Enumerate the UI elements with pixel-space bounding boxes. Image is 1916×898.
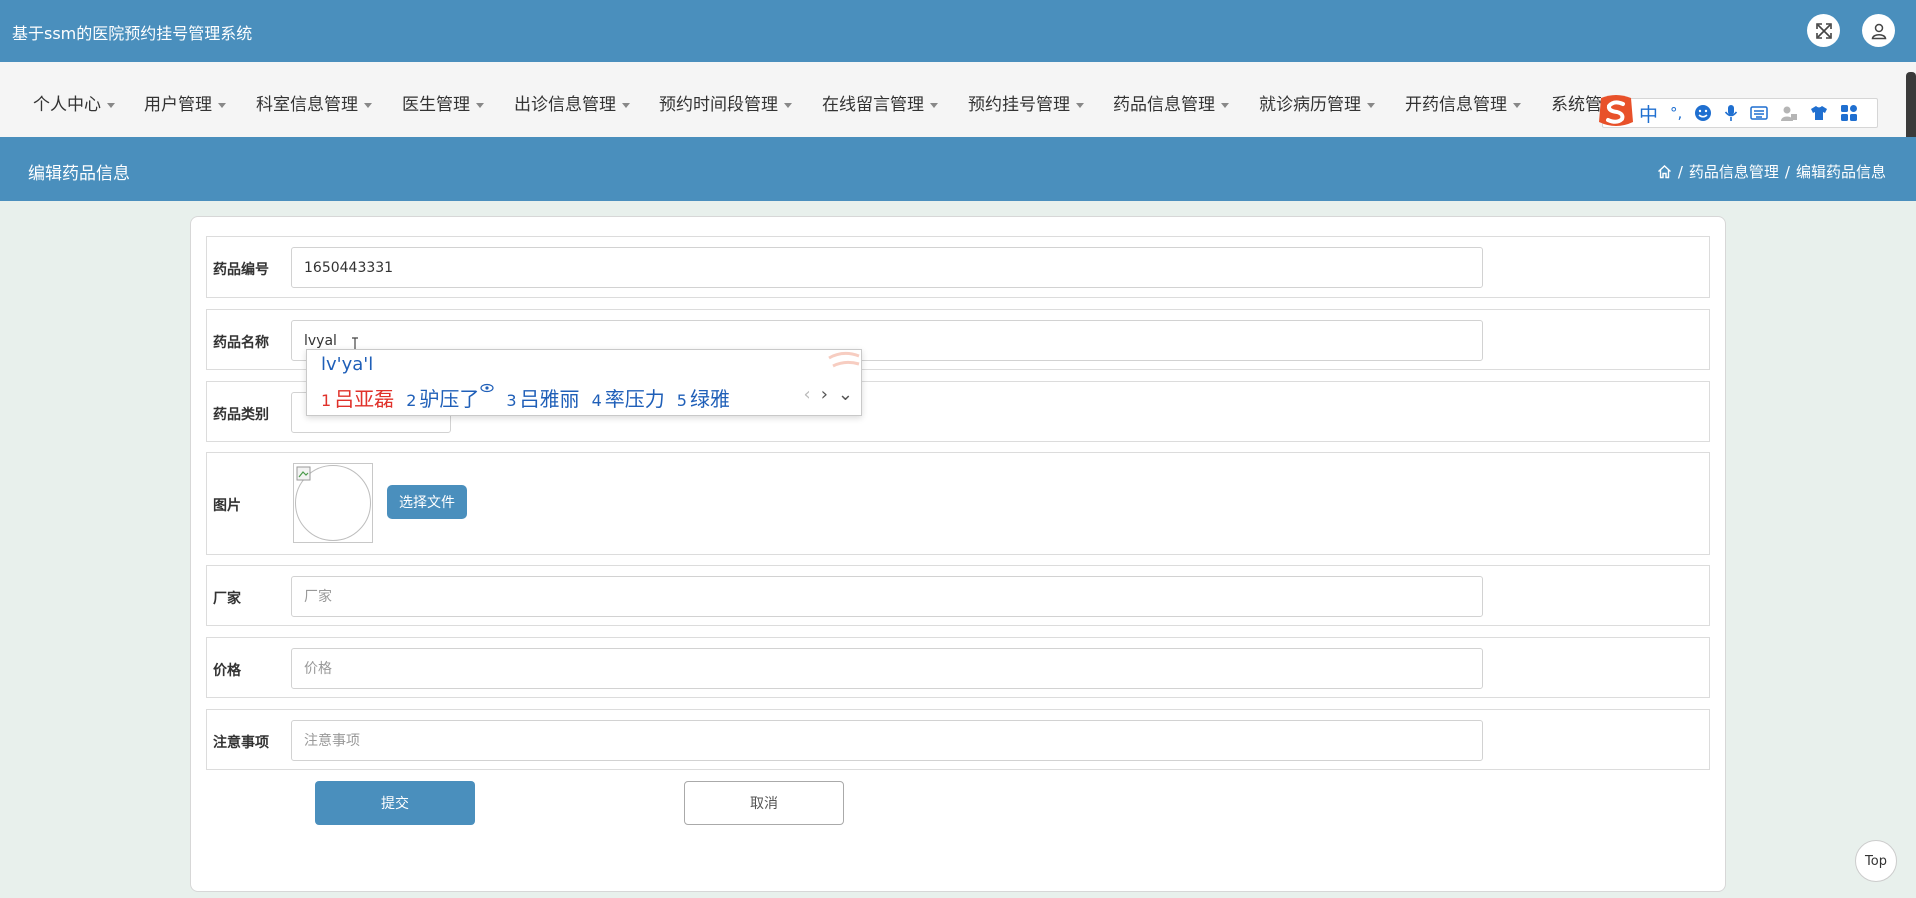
- ime-candidate[interactable]: 2 驴压了: [406, 383, 494, 412]
- nav-item-message-management[interactable]: 在线留言管理: [822, 90, 938, 115]
- ime-prev-icon[interactable]: ‹: [804, 384, 811, 405]
- form-row-code: 药品编号: [206, 236, 1710, 298]
- drug-code-input[interactable]: [291, 247, 1483, 288]
- caret-down-icon: [364, 102, 372, 108]
- nav-item-medical-record-management[interactable]: 就诊病历管理: [1259, 90, 1375, 115]
- form-row-maker: 厂家: [206, 565, 1710, 626]
- caret-down-icon: [218, 102, 226, 108]
- nav-item-doctor-management[interactable]: 医生管理: [402, 90, 484, 115]
- ime-mode-label[interactable]: 中: [1639, 100, 1658, 127]
- nav-item-department-management[interactable]: 科室信息管理: [256, 90, 372, 115]
- breadcrumb-current: 编辑药品信息: [1795, 163, 1886, 181]
- form-row-price: 价格: [206, 637, 1710, 698]
- ime-candidate[interactable]: 4 率压力: [592, 383, 665, 412]
- breadcrumb-drug-management[interactable]: 药品信息管理: [1689, 161, 1779, 182]
- broken-image-icon: [296, 466, 311, 481]
- ime-candidate[interactable]: 5 绿雅: [677, 383, 730, 412]
- keyboard-icon[interactable]: [1750, 105, 1769, 121]
- top-bar: 基于ssm的医院预约挂号管理系统: [0, 0, 1916, 62]
- form-row-notes: 注意事项: [206, 709, 1710, 770]
- home-icon[interactable]: [1657, 164, 1672, 179]
- caret-down-icon: [1367, 102, 1375, 108]
- caret-down-icon: [107, 102, 115, 108]
- category-label: 药品类别: [213, 407, 269, 423]
- nav-item-drug-management[interactable]: 药品信息管理: [1113, 90, 1229, 115]
- ime-decoration-icon: [828, 351, 860, 368]
- caret-down-icon: [1076, 102, 1084, 108]
- notes-label: 注意事项: [213, 735, 269, 751]
- caret-down-icon: [476, 102, 484, 108]
- ime-punct-label[interactable]: °,: [1670, 104, 1682, 122]
- nav-item-personal-center[interactable]: 个人中心: [33, 90, 115, 115]
- skin-shirt-icon[interactable]: [1810, 104, 1828, 122]
- fullscreen-icon: [1815, 22, 1832, 39]
- caret-down-icon: [784, 102, 792, 108]
- price-input[interactable]: [291, 648, 1483, 689]
- name-label: 药品名称: [213, 335, 269, 351]
- ime-next-icon[interactable]: ›: [821, 384, 828, 405]
- image-preview: [293, 463, 373, 543]
- back-to-top-button[interactable]: Top: [1855, 840, 1897, 882]
- breadcrumb: / 药品信息管理 / 编辑药品信息: [1657, 161, 1886, 182]
- page-header: 编辑药品信息 / 药品信息管理 / 编辑药品信息: [0, 137, 1916, 201]
- caret-down-icon: [1221, 102, 1229, 108]
- microphone-icon[interactable]: [1724, 104, 1738, 122]
- caret-down-icon: [622, 102, 630, 108]
- nav-item-prescription-management[interactable]: 开药信息管理: [1405, 90, 1521, 115]
- form-row-image: 图片 选择文件: [206, 452, 1710, 555]
- caret-down-icon: [930, 102, 938, 108]
- nav-item-time-slot-management[interactable]: 预约时间段管理: [659, 90, 792, 115]
- caret-down-icon: [1513, 102, 1521, 108]
- nav-item-user-management[interactable]: 用户管理: [144, 90, 226, 115]
- ime-expand-icon[interactable]: ⌄: [838, 384, 853, 405]
- toolbox-grid-icon[interactable]: [1840, 104, 1858, 122]
- page-title: 编辑药品信息: [28, 164, 130, 184]
- nav-item-appointment-management[interactable]: 预约挂号管理: [968, 90, 1084, 115]
- cancel-button[interactable]: 取消: [684, 781, 844, 825]
- maker-label: 厂家: [213, 591, 241, 607]
- choose-file-button[interactable]: 选择文件: [387, 485, 467, 519]
- user-tools-icon[interactable]: [1780, 104, 1798, 122]
- nav-item-clinic-schedule-management[interactable]: 出诊信息管理: [514, 90, 630, 115]
- maker-input[interactable]: [291, 576, 1483, 617]
- submit-button[interactable]: 提交: [315, 781, 475, 825]
- emoji-icon[interactable]: [1694, 104, 1712, 122]
- image-label: 图片: [213, 498, 241, 514]
- code-label: 药品编号: [213, 262, 269, 278]
- sogou-ime-logo[interactable]: [1596, 94, 1636, 130]
- ime-candidate[interactable]: 1 吕亚磊: [321, 383, 394, 412]
- ime-toolbar[interactable]: 中 °,: [1602, 98, 1878, 128]
- ime-candidate-window: lv'ya'l 1 吕亚磊 2 驴压了 3 吕雅丽 4 率压力 5 绿雅 ‹ › ⌄: [306, 349, 862, 416]
- price-label: 价格: [213, 663, 241, 679]
- user-avatar-button[interactable]: [1862, 14, 1895, 47]
- notes-input[interactable]: [291, 720, 1483, 761]
- app-title: 基于ssm的医院预约挂号管理系统: [12, 24, 253, 43]
- ime-candidate[interactable]: 3 吕雅丽: [506, 383, 579, 412]
- ime-composition: lv'ya'l: [321, 354, 374, 375]
- fullscreen-button[interactable]: [1807, 14, 1840, 47]
- nav-item-system-management[interactable]: 系统管: [1551, 90, 1602, 115]
- eye-icon: [480, 383, 494, 393]
- user-icon: [1871, 23, 1886, 39]
